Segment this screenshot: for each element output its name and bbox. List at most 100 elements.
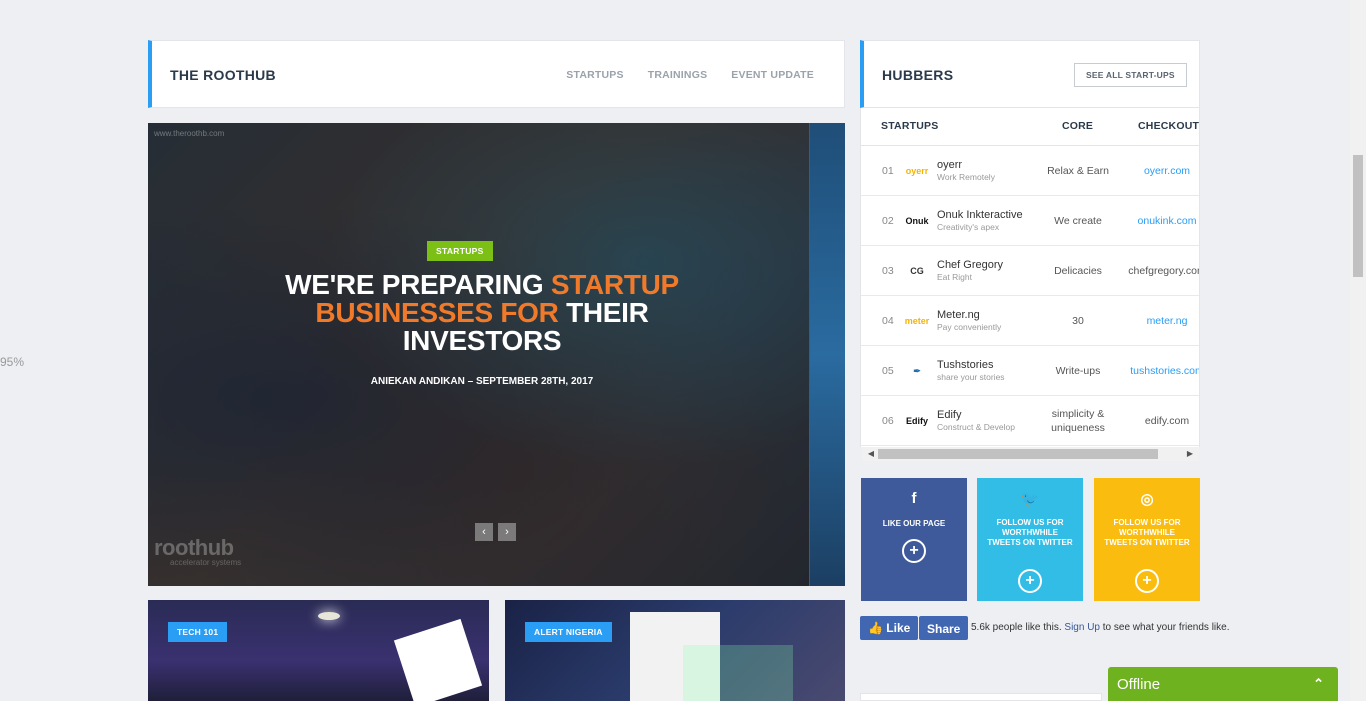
twitter-icon: 🐦 [1020,491,1040,508]
roothub-logo-subtitle: accelerator systems [170,558,242,567]
facebook-icon: f [911,490,917,507]
chat-status: Offline [1117,676,1161,693]
headline-part: WE'RE PREPARING [285,269,551,300]
startup-name: Edify [937,409,962,421]
hero-watermark: www.theroothb.com [154,129,225,138]
like-rest: to see what your friends like. [1102,622,1230,633]
table-horizontal-scrollbar[interactable]: ◀ ▶ [862,447,1199,461]
page-scrollbar-thumb[interactable] [1353,155,1363,277]
startup-name: Tushstories [937,359,994,371]
ceiling-light [318,612,340,620]
plus-icon[interactable]: + [1018,569,1042,593]
nav-trainings[interactable]: TRAININGS [648,69,708,81]
headline-part: THEIR [558,297,649,328]
scrollbar-thumb[interactable] [878,449,1158,459]
next-slide-preview[interactable] [809,123,845,586]
startups-table: STARTUPS CORE CHECKOUT 01 oyerr oyerr Work … [860,108,1200,447]
twitter-follow-box[interactable]: 🐦 FOLLOW US FOR WORTHWHILE TWEETS ON TWI… [977,478,1083,601]
startup-name: Onuk Inkteractive [937,209,1023,221]
social-text: LIKE OUR PAGE [882,519,946,528]
table-row: 02 Onuk Onuk Inkteractive Creativity's apex… [861,196,1199,246]
startup-checkout-link[interactable]: oyerr.com [1117,165,1199,177]
startup-name: Chef Gregory [937,259,1004,271]
page-scrollbar[interactable] [1350,0,1366,701]
startup-tagline: Construct & Develop [937,422,1015,432]
table-header: STARTUPS CORE CHECKOUT [861,108,1200,146]
row-number: 02 [882,215,894,227]
startup-core: We create [1054,215,1102,227]
table-row: 03 CG Chef Gregory Eat Right Delicacies chefg… [861,246,1199,296]
row-number: 01 [882,165,894,177]
section-title: THE ROOTHUB [170,67,276,83]
card-category-badge[interactable]: ALERT NIGERIA [525,622,612,642]
headline-accent: STARTUP [550,269,679,300]
hero-slider[interactable]: www.theroothb.com roothub accelerator sy… [148,123,845,586]
hero-category-badge[interactable]: STARTUPS [427,241,493,261]
startup-checkout-link[interactable]: tushstories.com [1117,365,1199,377]
startup-checkout-link[interactable]: onukink.com [1117,215,1199,227]
table-row: 05 ✒ Tushstories share your stories Write-up… [861,346,1199,396]
startup-checkout-link[interactable]: meter.ng [1117,315,1199,327]
startup-name: oyerr [937,159,963,171]
table-row: 01 oyerr oyerr Work Remotely Relax & Earn oye… [861,146,1199,196]
startup-checkout-link[interactable]: chefgregory.com [1117,265,1199,277]
startup-core: Write-ups [1055,365,1101,377]
startup-core: simplicity & uniqueness [1051,408,1105,434]
prev-slide-button[interactable]: ‹ [475,523,493,541]
social-text: FOLLOW US FOR WORTHWHILE TWEETS ON TWITT… [987,518,1073,547]
startup-tagline: Work Remotely [937,172,995,182]
startup-core: Relax & Earn [1047,165,1109,177]
tech-logo-graphic [393,618,483,701]
chevron-up-icon[interactable]: ⌃ [1313,676,1324,692]
startup-logo: CG [910,266,924,276]
plus-icon[interactable]: + [902,539,926,563]
facebook-like-button[interactable]: 👍 Like [860,616,919,640]
hero-headline[interactable]: WE'RE PREPARING STARTUP BUSINESSES FOR TH… [208,271,756,355]
signup-link[interactable]: Sign Up [1064,622,1100,633]
instagram-follow-box[interactable]: ◎ FOLLOW US FOR WORTHWHILE TWEETS ON TWI… [1094,478,1200,601]
startup-logo: meter [904,316,930,326]
article-card[interactable]: TECH 101 [148,600,489,701]
see-all-startups-button[interactable]: SEE ALL START-UPS [1074,63,1187,87]
startup-logo: ✒ [913,365,921,376]
column-header-core: CORE [1062,120,1094,132]
headline-accent: BUSINESSES FOR [315,297,559,328]
scroll-right-icon[interactable]: ▶ [1183,447,1197,461]
row-number: 05 [882,365,894,377]
plus-icon[interactable]: + [1135,569,1159,593]
startup-tagline: Pay conveniently [937,322,1002,332]
next-widget-edge [860,693,1102,701]
hubbers-title: HUBBERS [882,67,954,83]
next-slide-button[interactable]: › [498,523,516,541]
card-category-badge[interactable]: TECH 101 [168,622,228,642]
startup-logo: Edify [905,416,928,426]
social-text: FOLLOW US FOR WORTHWHILE TWEETS ON TWITT… [1104,518,1190,547]
zoom-level: 95% [0,355,25,369]
startup-checkout-link[interactable]: edify.com [1117,415,1199,427]
facebook-follow-box[interactable]: f LIKE OUR PAGE + [861,478,967,601]
section-nav: STARTUPS TRAININGS EVENT UPDATE [566,69,814,81]
facebook-like-text: 5.6k people like this. Sign Up to see wh… [971,622,1230,633]
hero-byline: ANIEKAN ANDIKAN – SEPTEMBER 28TH, 2017 [370,376,594,387]
hubbers-header: HUBBERS SEE ALL START-UPS [860,40,1200,108]
row-number: 04 [882,315,894,327]
table-row: 04 meter Meter.ng Pay conveniently 30 meter.n… [861,296,1199,346]
startup-tagline: Creativity's apex [937,222,1000,232]
startup-tagline: share your stories [937,372,1005,382]
column-header-startups: STARTUPS [881,120,939,132]
article-card[interactable]: ALERT NIGERIA [505,600,845,701]
table-row: 06 Edify Edify Construct & Develop simplicit… [861,396,1199,446]
facebook-share-button[interactable]: Share [919,616,969,640]
nav-event-update[interactable]: EVENT UPDATE [731,69,814,81]
scroll-left-icon[interactable]: ◀ [864,447,878,461]
startup-name: Meter.ng [937,309,980,321]
headline-part: INVESTORS [402,325,562,356]
row-number: 03 [882,265,894,277]
instagram-icon: ◎ [1140,491,1154,508]
startup-core: Delicacies [1054,265,1102,277]
chat-widget[interactable]: Offline ⌃ [1108,667,1338,701]
startup-logo: oyerr [905,166,929,176]
column-header-checkout: CHECKOUT [1138,120,1200,132]
startup-tagline: Eat Right [937,272,972,282]
nav-startups[interactable]: STARTUPS [566,69,623,81]
